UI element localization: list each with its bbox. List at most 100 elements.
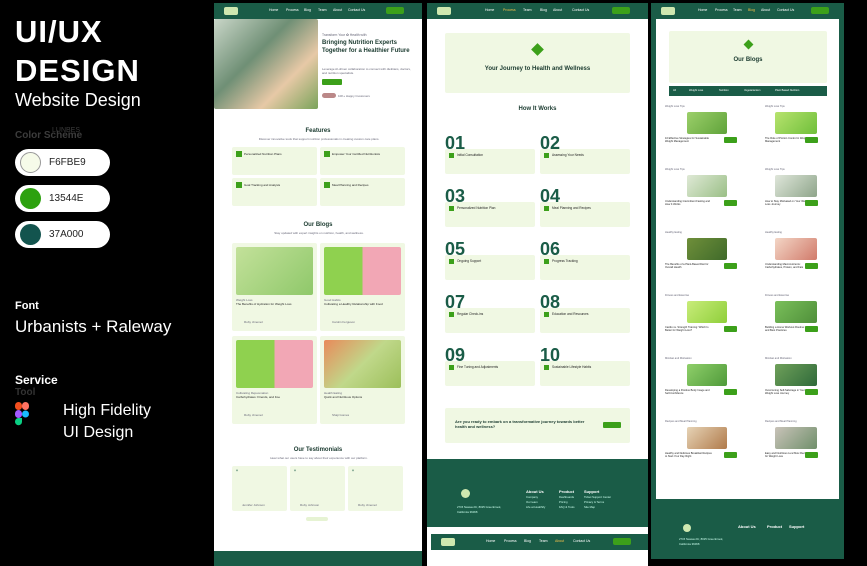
mockup-blog-page: Home Process Team Blog About Contact Us …	[651, 3, 844, 559]
blog-card[interactable]: Fitness and Exercise Cardio vs. Strength …	[665, 294, 739, 352]
blog-card[interactable]: Fitness and Exercise Building a Home Work…	[765, 294, 839, 352]
blog-image	[775, 427, 817, 449]
navbar: Home Process Team Blog About Contact Us	[427, 3, 648, 19]
subtitle: Website Design	[15, 90, 141, 110]
step-card: Education and Resources	[540, 308, 630, 333]
hero-tag: Transform Your ✿ Health with	[322, 33, 367, 37]
step-card: Meal Planning and Recipes	[540, 202, 630, 227]
blog-card[interactable]: Healthy Eating The Benefits of a Plant-Ba…	[665, 231, 739, 289]
feature-card: Empower Your Certified Nutritionists	[320, 147, 405, 175]
read-more-button[interactable]	[805, 263, 818, 269]
blog-tag: Recipes and Meal Planning	[765, 420, 797, 423]
read-more-button[interactable]	[805, 200, 818, 206]
read-more-button[interactable]	[805, 452, 818, 458]
mockup-process-page: Home Process Team Blog About Contact Us …	[427, 3, 648, 566]
feature-icon	[236, 182, 242, 188]
banner: Your Journey to Health and Wellness	[445, 33, 630, 93]
blog-card[interactable]: Recipes and Meal Planning Easy and Nutrit…	[765, 420, 839, 478]
cta-box: Are you ready to embark on a transformat…	[445, 408, 630, 443]
login-button[interactable]	[386, 7, 404, 14]
blogs-title: Our Blogs	[303, 222, 333, 228]
blogs-subtitle: Stay updated with expert insights on nut…	[274, 231, 364, 235]
nav-contact[interactable]: Contact Us	[348, 8, 365, 12]
nav-team[interactable]: Team	[318, 8, 327, 12]
nav-blog[interactable]: Blog	[304, 8, 311, 12]
blog-image	[775, 112, 817, 134]
blog-tag: Mindset and Motivation	[665, 357, 692, 360]
footer-logo	[683, 524, 691, 532]
read-more-button[interactable]	[805, 326, 818, 332]
read-more-button[interactable]	[724, 452, 737, 458]
logo	[441, 538, 455, 546]
blog-card[interactable]: Health Eating Quick and Nutritious Optio…	[320, 336, 405, 424]
blog-card[interactable]: Weight Loss Tips The Role of Portion Cont…	[765, 105, 839, 163]
blog-title: 10 Effective Strategies for Sustainable …	[665, 137, 709, 144]
navbar: Home Process Blog Team About Contact Us	[214, 3, 422, 19]
blog-image	[775, 175, 817, 197]
font-value: Urbanists + Raleway	[15, 317, 172, 336]
blog-title: Understanding Intermittent Fasting and H…	[665, 200, 710, 207]
footer: 2715 Nassau Dr, 8025 Greenbrook, Califor…	[651, 519, 844, 559]
step-card: Regular Check-ins	[445, 308, 535, 333]
feature-card: Personalized Nutrition Plans	[232, 147, 317, 175]
read-more-button[interactable]	[724, 200, 737, 206]
color-swatch: 37A000	[15, 221, 110, 248]
blog-card[interactable]: Recipes and Meal Planning Healthy and Del…	[665, 420, 739, 478]
leaf-icon	[531, 43, 544, 56]
get-started-button[interactable]	[603, 422, 621, 428]
hero-subtitle: Leverage AI-driven collaboration to conn…	[322, 67, 411, 75]
nav-home[interactable]: Home	[269, 8, 278, 12]
blog-card[interactable]: Cultivating Rejuvenation Carbohydrates: …	[232, 336, 317, 424]
mockup-about-page: Home Process Blog Team About Contact Us	[431, 534, 648, 566]
hero-image	[214, 19, 318, 109]
login-button[interactable]	[811, 7, 829, 14]
blog-tag: Recipes and Meal Planning	[665, 420, 697, 423]
blog-card[interactable]: Weight Loss Tips 10 Effective Strategies …	[665, 105, 739, 163]
login-button[interactable]	[612, 7, 630, 14]
read-more-button[interactable]	[805, 137, 818, 143]
login-button[interactable]	[613, 538, 631, 545]
color-scheme-overlap: LUNBES	[52, 127, 81, 134]
feature-card: Goal Tracking and Analysis	[232, 178, 317, 206]
read-more-button[interactable]	[724, 137, 737, 143]
read-more-button[interactable]	[805, 389, 818, 395]
blog-card[interactable]: Good Habits Cultivating a Healthy Relati…	[320, 243, 405, 331]
read-more-button[interactable]	[724, 263, 737, 269]
hero-title: Bringing Nutrition Experts Together for …	[322, 40, 410, 54]
nav-about[interactable]: About	[333, 8, 342, 12]
testimonials-subtitle: Hear what our users have to say about th…	[270, 456, 368, 460]
blog-card[interactable]: Mindset and Motivation Overcoming Self-Sa…	[765, 357, 839, 415]
blog-card[interactable]: Healthy Eating Understanding Macronutrien…	[765, 231, 839, 289]
blog-card[interactable]: Weight Loss The Benefits of Hydration fo…	[232, 243, 317, 331]
read-more-button[interactable]	[724, 389, 737, 395]
read-more-button[interactable]	[724, 326, 737, 332]
feature-icon	[324, 182, 330, 188]
step-card: Ongoing Support	[445, 255, 535, 280]
blog-tag: Healthy Eating	[665, 231, 682, 234]
tool-label: Tool	[15, 387, 36, 398]
step-card: Personalized Nutrition Plan	[445, 202, 535, 227]
figma-icon	[15, 402, 29, 426]
get-started-button[interactable]	[322, 79, 342, 85]
main-title: UI/UX DESIGN	[15, 14, 140, 88]
pagination[interactable]	[306, 517, 328, 521]
step-card: Assessing Your Needs	[540, 149, 630, 174]
blog-image	[324, 340, 401, 388]
tab-all[interactable]: All	[673, 89, 676, 92]
blog-image	[687, 364, 727, 386]
nav-process[interactable]: Process	[286, 8, 299, 12]
blog-tag: Healthy Eating	[765, 231, 782, 234]
blog-card[interactable]: Weight Loss Tips Understanding Intermitte…	[665, 168, 739, 226]
blog-image	[236, 340, 313, 388]
blog-image	[687, 175, 727, 197]
footer: 2715 Nassau Dr, 8025 Greenbrook, Califor…	[427, 459, 648, 527]
blog-card[interactable]: Mindset and Motivation Developing a Posit…	[665, 357, 739, 415]
step-card: Fine Tuning and Adjustments	[445, 361, 535, 386]
navbar: Home Process Blog Team About Contact Us	[431, 534, 648, 550]
color-swatch: F6FBE9	[15, 149, 110, 176]
step-card: Initial Consultation	[445, 149, 535, 174]
banner: Our Blogs	[669, 31, 827, 83]
step-card: Progress Tracking	[540, 255, 630, 280]
logo	[224, 7, 238, 15]
blog-card[interactable]: Weight Loss Tips How to Stay Motivated on…	[765, 168, 839, 226]
